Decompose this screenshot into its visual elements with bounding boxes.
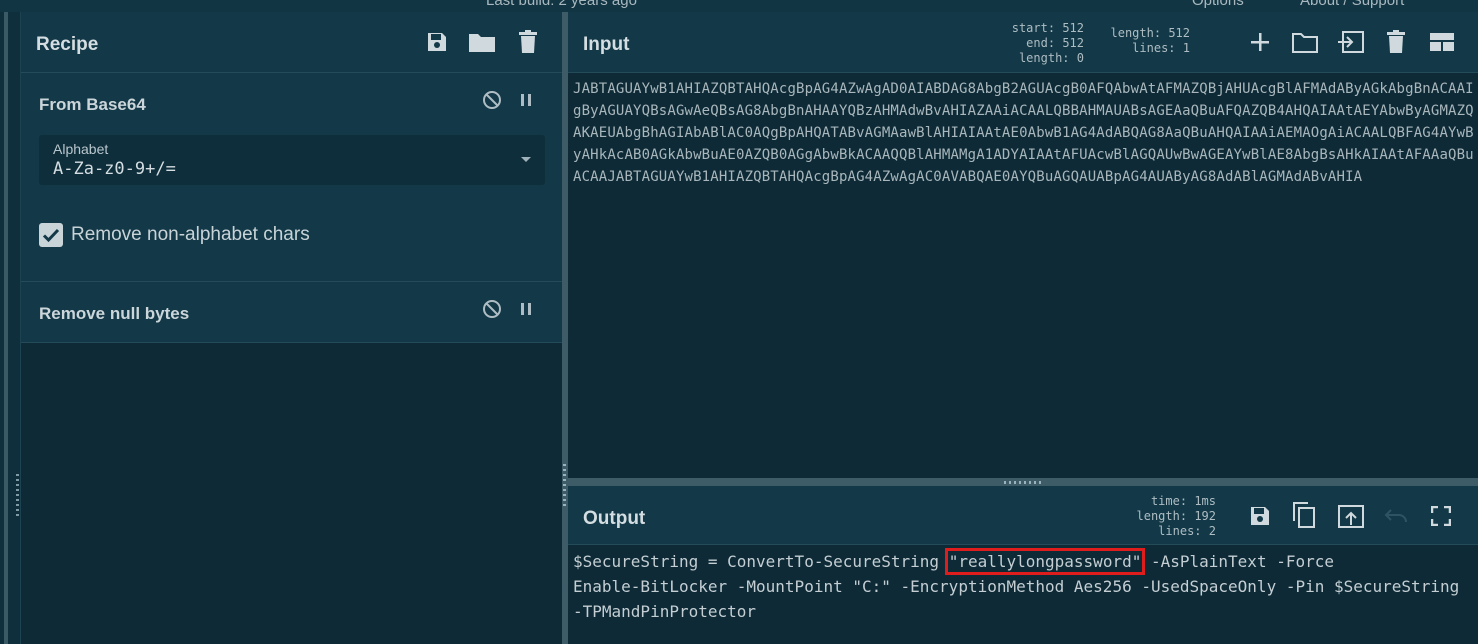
remove-non-alphabet-checkbox[interactable] [39,223,63,247]
input-lines-value: 1 [1182,41,1190,55]
checkmark-icon [42,228,60,243]
input-title: Input [583,34,630,55]
input-text[interactable]: JABTAGUAYwB1AHIAZQBTAHQAcgBpAG4AZwAgAD0A… [573,78,1475,188]
pause-operation-icon[interactable] [517,298,535,320]
clear-recipe-trash-icon[interactable] [515,28,541,56]
alphabet-select[interactable]: Alphabet A-Za-z0-9+/= [39,135,545,185]
start-label: start: [1011,21,1056,35]
copy-output-icon[interactable] [1290,500,1318,530]
input-textarea[interactable]: JABTAGUAYwB1AHIAZQBTAHQAcgBpAG4AZwAgAD0A… [568,73,1478,478]
start-value: 512 [1062,21,1084,35]
output-line-3: -TPMandPinProtector [573,602,757,621]
save-output-icon[interactable] [1246,502,1274,530]
clear-input-trash-icon[interactable] [1384,29,1408,55]
output-title: Output [583,508,646,529]
chevron-down-icon[interactable] [521,157,531,162]
output-header: Output time: 1ms length: 192 lines: 2 [568,486,1478,545]
last-build-text: Last build: 2 years ago [486,0,637,9]
end-value: 512 [1062,36,1084,50]
selection-length-value: 0 [1076,51,1084,65]
operations-panel-edge [0,12,21,644]
output-stats: time: 1ms length: 192 lines: 2 [1116,494,1217,539]
selection-length-label: length: [1018,51,1070,65]
disable-operation-icon[interactable] [481,89,503,111]
resize-handle[interactable] [1004,481,1042,484]
operation-remove-null-bytes[interactable]: Remove null bytes [21,282,562,343]
output-length-label: length: [1136,509,1188,523]
reset-layout-icon[interactable] [1428,30,1456,54]
output-line-1-post: -AsPlainText -Force [1141,552,1334,571]
add-tab-plus-icon[interactable] [1248,30,1272,54]
open-folder-icon[interactable] [1290,29,1320,55]
resize-handle[interactable] [563,464,566,506]
recipe-panel: Recipe From Base64 Alphabet A-Za-z0-9+/=… [21,12,562,644]
output-lines-label: lines: [1158,524,1202,538]
operation-title: From Base64 [39,95,146,114]
output-textarea[interactable]: $SecureString = ConvertTo-SecureString "… [568,545,1478,644]
recipe-title: Recipe [36,34,99,55]
save-recipe-icon[interactable] [423,28,451,56]
maximise-output-icon[interactable] [1428,504,1454,528]
input-lines-label: lines: [1132,41,1176,55]
end-label: end: [1026,36,1056,50]
undo-icon[interactable] [1382,504,1410,528]
output-lines-value: 2 [1208,524,1216,538]
scrollbar[interactable] [4,12,8,644]
input-length-value: 512 [1168,26,1190,40]
pause-operation-icon[interactable] [517,89,535,111]
open-file-input-icon[interactable] [1336,29,1366,55]
selection-stats: start: 512 end: 512 length: 0 [988,21,1084,66]
output-line-1-pre: $SecureString = ConvertTo-SecureString [573,552,949,571]
input-header: Input start: 512 end: 512 length: 0 leng… [568,12,1478,73]
operation-title: Remove null bytes [39,304,190,323]
input-stats: length: 512 lines: 1 [1098,26,1191,56]
about-support-link[interactable]: About / Support [1300,0,1404,9]
replace-input-with-output-icon[interactable] [1336,502,1366,530]
time-value: 1ms [1194,494,1216,508]
operation-from-base64[interactable]: From Base64 Alphabet A-Za-z0-9+/= Remove… [21,73,562,282]
output-line-2: Enable-BitLocker -MountPoint "C:" -Encry… [573,577,1460,596]
remove-non-alphabet-label[interactable]: Remove non-alphabet chars [71,224,310,246]
output-length-value: 192 [1194,509,1216,523]
recipe-header: Recipe [21,12,562,73]
highlighted-password: "reallylongpassword" [944,548,1146,575]
disable-operation-icon[interactable] [481,298,503,320]
output-line-1: $SecureString = ConvertTo-SecureString "… [573,548,1334,575]
top-banner: Last build: 2 years ago Options About / … [0,0,1478,12]
alphabet-value: A-Za-z0-9+/= [53,159,176,179]
time-label: time: [1150,494,1188,508]
alphabet-label: Alphabet [53,141,109,157]
io-divider[interactable] [568,478,1478,486]
load-recipe-folder-icon[interactable] [467,28,497,56]
resize-handle[interactable] [16,474,19,516]
input-length-label: length: [1110,26,1162,40]
options-link[interactable]: Options [1192,0,1244,9]
